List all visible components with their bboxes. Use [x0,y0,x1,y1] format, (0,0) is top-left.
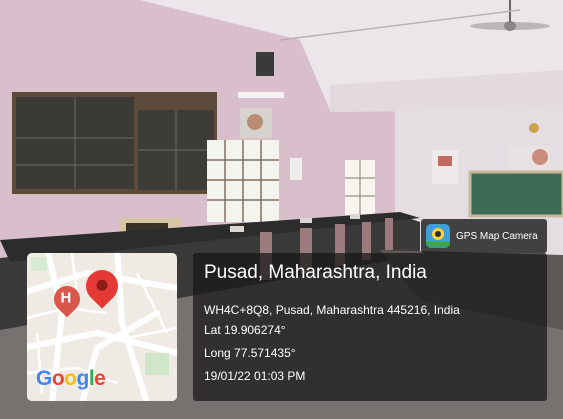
google-letter: G [36,367,52,390]
place-title: Pusad, Maharashtra, India [204,262,427,283]
address-line: WH4C+8Q8, Pusad, Maharashtra 445216, Ind… [204,303,460,317]
google-letter: g [76,367,90,390]
longitude: Long 77.571435° [204,346,296,360]
photo-frame: GPS Map Camera H Google Pusad, Maharasht… [0,0,563,419]
timestamp: 19/01/22 01:03 PM [204,369,306,383]
google-letter: e [94,367,106,390]
gps-map-camera-badge: GPS Map Camera [421,219,547,253]
google-letter: o [64,367,77,390]
latitude: Lat 19.906274° [204,323,286,337]
google-letter: o [51,367,65,390]
gps-map-camera-icon [426,224,450,248]
map-thumbnail: H Google [27,253,177,401]
app-name: GPS Map Camera [456,230,538,242]
google-logo: Google [36,367,106,391]
hospital-letter: H [60,289,72,307]
location-info-panel: Pusad, Maharashtra, India WH4C+8Q8, Pusa… [193,253,547,401]
